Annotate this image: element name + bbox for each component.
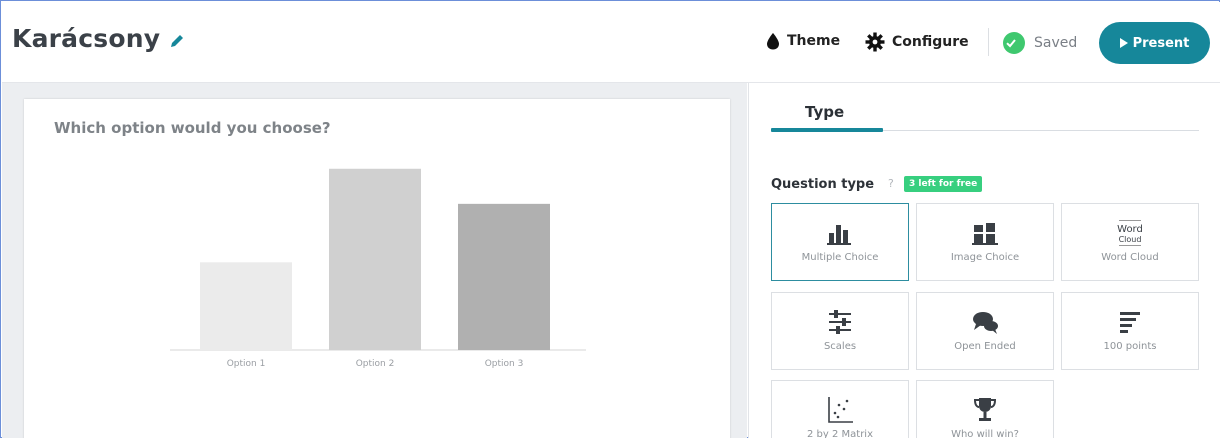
chart-category-label: Option 2 <box>356 359 395 369</box>
play-icon <box>1119 38 1128 48</box>
type-card-2-by-2-matrix[interactable]: 2 by 2 Matrix <box>771 380 909 438</box>
svg-text:Word: Word <box>1117 224 1143 235</box>
saved-status: Saved <box>1003 32 1077 54</box>
toolbar-divider <box>988 28 989 56</box>
settings-panel: Type Question type ? 3 left for free Mul… <box>748 83 1220 438</box>
type-card-label: Who will win? <box>951 429 1019 438</box>
type-card-scales[interactable]: Scales <box>771 292 909 370</box>
slide-preview: Which option would you choose? Option 1O… <box>24 99 730 438</box>
type-card-100-points[interactable]: 100 points <box>1061 292 1199 370</box>
horizontal-bars-icon <box>1120 312 1140 333</box>
question-type-label: Question type <box>771 177 875 192</box>
app-frame: Karácsony Theme Configure Saved Present … <box>0 0 1220 438</box>
chart-bar <box>458 203 550 350</box>
tab-type[interactable]: Type <box>805 103 844 121</box>
configure-label: Configure <box>892 34 969 50</box>
present-button[interactable]: Present <box>1099 22 1210 64</box>
type-card-label: Word Cloud <box>1101 252 1159 263</box>
type-card-label: Image Choice <box>950 252 1020 263</box>
image-choice-icon <box>972 223 998 245</box>
chart-category-label: Option 1 <box>227 359 266 369</box>
trophy-icon <box>973 398 997 421</box>
theme-button[interactable]: Theme <box>766 32 840 50</box>
word-cloud-icon: Word Cloud <box>1117 220 1143 246</box>
tab-active-indicator <box>771 128 883 132</box>
help-icon[interactable]: ? <box>888 177 894 190</box>
type-card-open-ended[interactable]: Open Ended <box>916 292 1054 370</box>
pencil-icon[interactable] <box>168 32 186 50</box>
check-circle-icon <box>1003 32 1025 54</box>
saved-label: Saved <box>1034 35 1078 51</box>
results-chart: Option 1 Option 2 Option 3 <box>170 168 586 369</box>
type-card-multiple-choice[interactable]: Multiple Choice <box>771 203 909 281</box>
gear-icon <box>865 32 885 52</box>
type-card-label: 2 by 2 Matrix <box>806 429 873 438</box>
chart-bar <box>200 262 292 350</box>
type-card-who-will-win[interactable]: Who will win? <box>916 380 1054 438</box>
speech-bubbles-icon <box>973 312 998 334</box>
bar-chart-icon <box>827 225 851 245</box>
configure-button[interactable]: Configure <box>865 32 969 52</box>
theme-label: Theme <box>787 33 841 49</box>
chart-category-label: Option 3 <box>485 359 524 369</box>
type-card-word-cloud[interactable]: Word Cloud Word Cloud <box>1061 203 1199 281</box>
type-card-image-choice[interactable]: Image Choice <box>916 203 1054 281</box>
header-bar: Karácsony Theme Configure Saved Present <box>2 2 1220 83</box>
free-uses-badge: 3 left for free <box>904 176 983 192</box>
presentation-title[interactable]: Karácsony <box>12 24 160 53</box>
svg-text:Cloud: Cloud <box>1119 235 1142 244</box>
scatter-plot-icon <box>828 397 853 423</box>
type-card-label: Multiple Choice <box>801 252 879 263</box>
type-card-label: Open Ended <box>954 341 1016 352</box>
droplet-icon <box>767 33 779 50</box>
slide-preview-area: Which option would you choose? Option 1O… <box>2 83 747 438</box>
sliders-icon <box>829 310 851 334</box>
type-card-label: 100 points <box>1103 341 1157 352</box>
chart-bar <box>329 168 421 350</box>
type-card-label: Scales <box>823 341 857 352</box>
present-label: Present <box>1132 35 1190 51</box>
